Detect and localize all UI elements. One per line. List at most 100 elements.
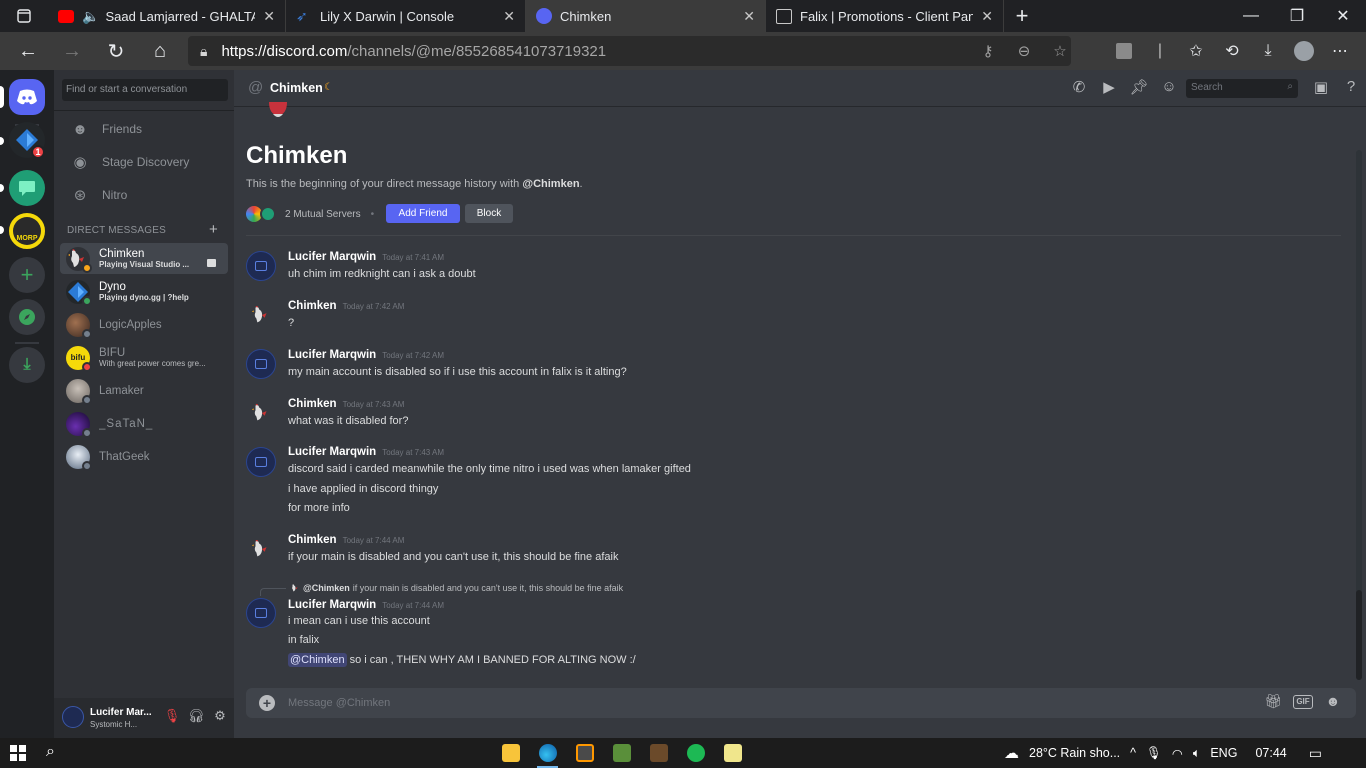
find-conversation-input[interactable]: Find or start a conversation [62, 79, 228, 101]
avatar[interactable] [246, 398, 276, 428]
windows-start-icon[interactable] [10, 745, 26, 761]
message-composer[interactable]: + Message @Chimken 🎁︎ GIF ☻ [246, 688, 1356, 718]
add-server-button[interactable]: + [9, 257, 45, 293]
key-icon[interactable]: ⚷ [970, 42, 1006, 60]
nav-stage-discovery[interactable]: ◉ Stage Discovery [62, 146, 228, 178]
minimize-button[interactable]: — [1228, 0, 1274, 32]
search-icon[interactable]: ⌕ [46, 743, 55, 761]
dm-item-dyno[interactable]: Dyno Playing dyno.gg | ?help [60, 276, 228, 307]
restore-button[interactable]: ❐ [1274, 0, 1320, 32]
headphones-icon[interactable]: 🎧︎ [184, 708, 208, 724]
mutual-servers[interactable]: 2 Mutual Servers • [246, 204, 384, 224]
server-morp[interactable]: MORP [9, 213, 45, 249]
profile-icon[interactable] [1286, 41, 1322, 61]
avatar[interactable] [246, 300, 276, 330]
extension-icon[interactable] [1106, 42, 1142, 60]
settings-gear-icon[interactable]: ⚙ [208, 708, 232, 724]
message-author[interactable]: Lucifer Marqwin Today at 7:42 AM [288, 349, 444, 361]
server-chat[interactable] [9, 170, 45, 206]
close-window-button[interactable]: ✕ [1320, 0, 1366, 32]
inbox-icon[interactable]: ▣ [1306, 78, 1336, 96]
avatar[interactable] [246, 251, 276, 281]
sublime-text-icon[interactable] [566, 741, 603, 765]
message-author[interactable]: Chimken Today at 7:42 AM [288, 300, 404, 312]
emoji-icon[interactable]: ☻ [1318, 693, 1348, 711]
message-author[interactable]: Chimken Today at 7:43 AM [288, 398, 404, 410]
download-icon[interactable]: ⤓ [1250, 42, 1286, 60]
favorites-icon[interactable]: ✩ [1178, 41, 1214, 61]
clock[interactable]: 07:44 [1255, 746, 1286, 760]
tab-falix[interactable]: Falix | Promotions - Client Panel ✕ [766, 0, 1004, 32]
minecraft-launcher-icon[interactable] [640, 741, 677, 765]
voice-call-icon[interactable]: ✆ [1064, 78, 1094, 96]
home-button[interactable]: ⌂ [138, 32, 182, 70]
minecraft-icon[interactable] [603, 741, 640, 765]
new-tab-button[interactable]: + [1004, 3, 1040, 29]
dm-item-bifu[interactable]: bifu BIFU With great power comes gre... [60, 342, 228, 373]
upload-plus-button[interactable]: + [259, 695, 275, 711]
more-icon[interactable]: ⋯ [1322, 41, 1358, 61]
dm-item-thatgeek[interactable]: ThatGeek [60, 441, 228, 472]
pinned-messages-icon[interactable]: 📌︎ [1124, 78, 1154, 96]
add-friends-to-dm-icon[interactable]: ☺ [1154, 78, 1184, 96]
scrollbar-thumb[interactable] [1356, 590, 1362, 680]
refresh-button[interactable]: ↻ [94, 32, 138, 70]
chevron-up-icon[interactable]: ^ [1130, 746, 1136, 760]
avatar[interactable] [246, 349, 276, 379]
dm-item-lamaker[interactable]: Lamaker [60, 375, 228, 406]
tab-close-button[interactable]: ✕ [503, 8, 515, 25]
avatar[interactable] [246, 447, 276, 477]
tab-close-button[interactable]: ✕ [981, 8, 993, 25]
file-explorer-icon[interactable] [492, 741, 529, 765]
avatar[interactable] [62, 706, 84, 728]
edge-browser-icon[interactable] [529, 741, 566, 768]
zoom-icon[interactable]: ⊖ [1006, 42, 1042, 60]
volume-icon[interactable]: 🔈︎ [1193, 746, 1201, 761]
avatar[interactable] [246, 534, 276, 564]
weather-text[interactable]: 28°C Rain sho... [1029, 746, 1120, 760]
notifications-icon[interactable]: ▭ [1309, 745, 1322, 762]
microphone-icon[interactable]: 🎙︎ [1146, 746, 1162, 761]
spotify-icon[interactable] [677, 741, 714, 765]
search-input[interactable]: Search ⌕ [1186, 79, 1298, 98]
message-author[interactable]: Lucifer Marqwin Today at 7:43 AM [288, 446, 444, 458]
dm-item-logicapples[interactable]: LogicApples [60, 309, 228, 340]
notepad-icon[interactable] [714, 741, 751, 765]
avatar[interactable] [246, 598, 276, 628]
tab-youtube[interactable]: 🔈 Saad Lamjarred - GHALTANA ✕ [48, 0, 286, 32]
address-bar[interactable]: 🔒︎ https://discord.com/channels/@me/8552… [188, 36, 1071, 66]
weather-icon[interactable]: ☁ [1004, 744, 1019, 762]
message-author[interactable]: Chimken Today at 7:44 AM [288, 534, 404, 546]
tab-actions-button[interactable] [0, 0, 48, 32]
add-friend-button[interactable]: Add Friend [386, 204, 460, 223]
tab-close-button[interactable]: ✕ [743, 8, 755, 25]
tab-close-button[interactable]: ✕ [263, 8, 275, 25]
nav-friends[interactable]: ☻ Friends [62, 113, 228, 145]
speaker-icon[interactable]: 🔈 [82, 8, 99, 25]
tab-console[interactable]: ➶ Lily X Darwin | Console ✕ [286, 0, 526, 32]
gift-icon[interactable]: 🎁︎ [1258, 693, 1288, 711]
help-icon[interactable]: ? [1336, 78, 1366, 96]
add-favorite-icon[interactable]: ☆ [1042, 42, 1078, 60]
dm-item-chimken[interactable]: Chimken Playing Visual Studio ... [60, 243, 228, 274]
dm-item-satan[interactable]: _SaTaN_ [60, 408, 228, 439]
reply-reference[interactable]: @Chimken if your main is disabled and yo… [260, 580, 623, 596]
user-mention[interactable]: @Chimken [288, 653, 347, 667]
history-icon[interactable]: ⟲ [1214, 41, 1250, 61]
language-indicator[interactable]: ENG [1210, 746, 1237, 760]
block-button[interactable]: Block [465, 204, 513, 223]
forward-button[interactable]: → [50, 32, 94, 70]
message-author[interactable]: Lucifer Marqwin Today at 7:44 AM [288, 599, 444, 611]
video-call-icon[interactable]: ▶ [1094, 78, 1124, 96]
download-apps-button[interactable]: ⤓ [9, 347, 45, 383]
network-icon[interactable]: ◠ [1172, 746, 1183, 761]
lock-icon[interactable]: 🔒︎ [200, 43, 207, 60]
home-button[interactable] [9, 79, 45, 115]
create-dm-button[interactable]: + [209, 221, 218, 238]
nav-nitro[interactable]: ⊛ Nitro [62, 179, 228, 211]
message-author[interactable]: Lucifer Marqwin Today at 7:41 AM [288, 251, 444, 263]
mute-mic-icon[interactable]: 🎙︎ [160, 708, 184, 724]
explore-servers-button[interactable] [9, 299, 45, 335]
tab-chimken[interactable]: Chimken ✕ [526, 0, 766, 32]
gif-button[interactable]: GIF [1293, 695, 1313, 709]
